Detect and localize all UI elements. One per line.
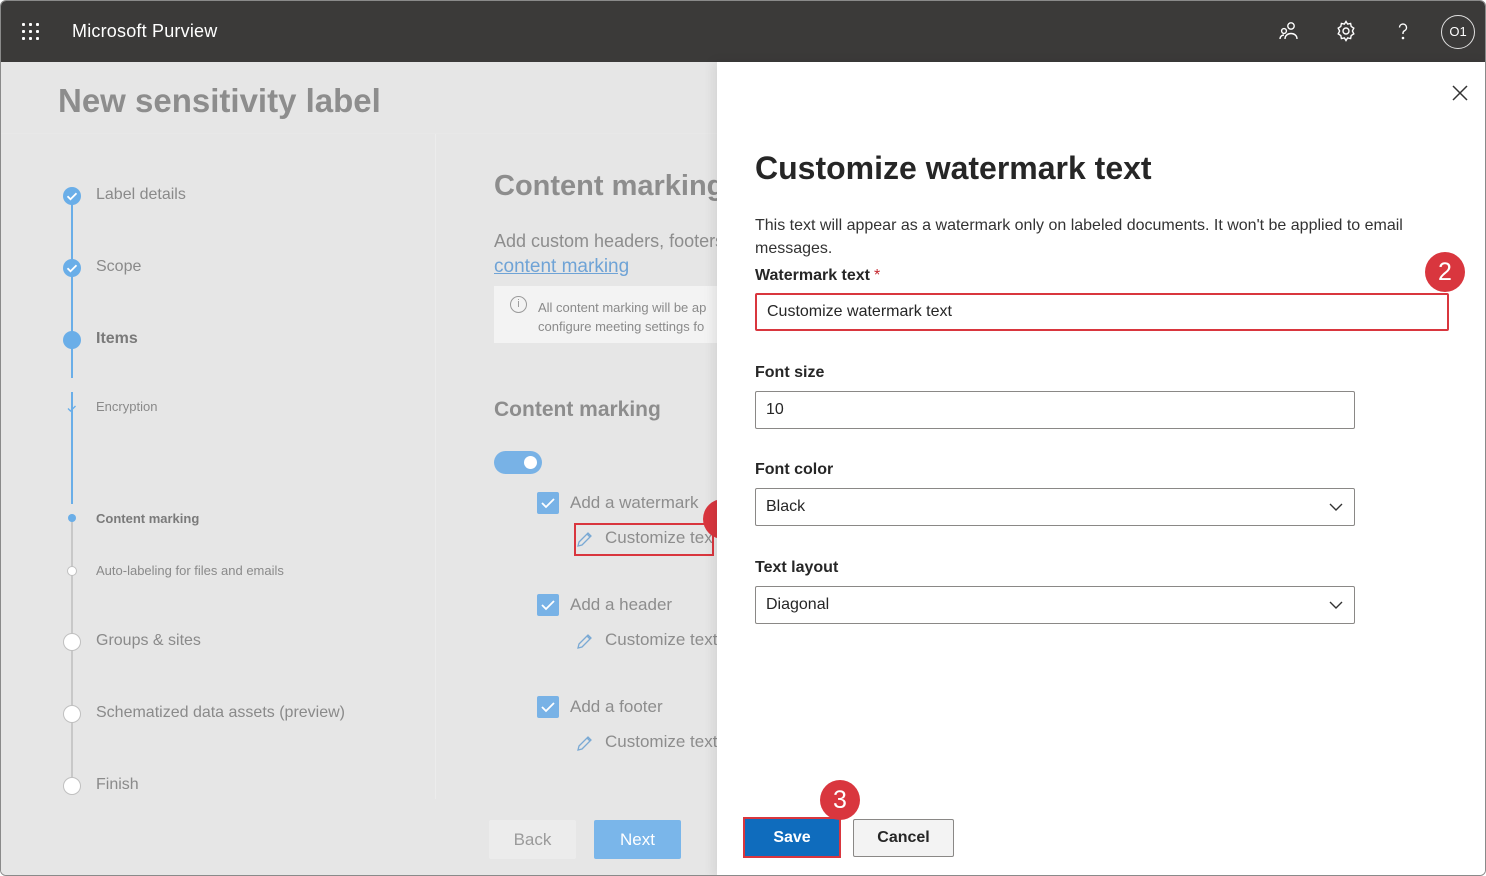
substep-done-icon: [66, 401, 78, 419]
font-color-label: Font color: [755, 461, 834, 478]
app-title[interactable]: Microsoft Purview: [72, 21, 217, 42]
chevron-down-icon: [1329, 601, 1343, 609]
step-label-finish[interactable]: Finish: [96, 776, 139, 794]
top-bar: Microsoft Purview O1: [1, 1, 1485, 62]
page-header: New sensitivity label: [1, 62, 717, 134]
step-label-items[interactable]: Items: [96, 330, 138, 348]
info-box: i All content marking will be ap configu…: [494, 286, 717, 343]
step-label-schematized[interactable]: Schematized data assets (preview): [96, 704, 345, 722]
font-size-label: Font size: [755, 364, 825, 381]
page-title: New sensitivity label: [58, 82, 381, 119]
step-label-auto-labeling[interactable]: Auto-labeling for files and emails: [96, 563, 284, 578]
text-layout-select[interactable]: Diagonal: [755, 586, 1355, 624]
text-layout-label: Text layout: [755, 559, 839, 576]
save-button[interactable]: Save: [743, 817, 841, 858]
customize-footer-text[interactable]: Customize text: [605, 732, 717, 752]
font-size-input[interactable]: [755, 391, 1355, 429]
wizard-background: New sensitivity label Label details Scop…: [1, 62, 717, 875]
content-marking-section: Content marking Add custom headers, foot…: [437, 134, 717, 799]
step-done-icon: [63, 187, 81, 205]
wizard-footer: Back Next: [1, 799, 717, 875]
people-icon[interactable]: [1277, 19, 1301, 43]
customize-watermark-panel: Customize watermark text This text will …: [717, 62, 1485, 875]
content-marking-subtitle: Content marking: [494, 398, 661, 421]
header-checkbox[interactable]: [537, 594, 559, 616]
chevron-down-icon: [1329, 503, 1343, 511]
back-button[interactable]: Back: [489, 820, 576, 859]
step-label-encryption[interactable]: Encryption: [96, 399, 157, 414]
required-mark: *: [874, 267, 881, 284]
customize-header-text[interactable]: Customize text: [605, 630, 717, 650]
step-label-groups-sites[interactable]: Groups & sites: [96, 632, 201, 650]
settings-gear-icon[interactable]: [1334, 19, 1358, 43]
watermark-text-input[interactable]: [755, 293, 1449, 331]
step-done-icon: [63, 259, 81, 277]
content-marking-toggle[interactable]: [494, 451, 542, 474]
cancel-button[interactable]: Cancel: [853, 819, 954, 857]
step-label-content-marking[interactable]: Content marking: [96, 511, 199, 526]
step-label-scope[interactable]: Scope: [96, 258, 141, 276]
info-icon: i: [510, 296, 527, 313]
next-button[interactable]: Next: [594, 820, 681, 859]
avatar[interactable]: O1: [1441, 15, 1475, 49]
content-marking-link[interactable]: content marking: [494, 256, 629, 278]
text-layout-value: Diagonal: [766, 596, 830, 613]
pencil-icon: [577, 736, 592, 751]
help-icon[interactable]: [1391, 19, 1415, 43]
wizard-steps: Label details Scope Items Encryption Con…: [1, 134, 436, 799]
header-option-label: Add a header: [570, 595, 673, 614]
step-label-details[interactable]: Label details: [96, 186, 186, 204]
footer-checkbox[interactable]: [537, 696, 559, 718]
step-pending-icon: [63, 705, 81, 723]
callout-badge-2: 2: [1425, 252, 1465, 292]
watermark-text-label: Watermark text *: [755, 267, 881, 284]
app-launcher-icon[interactable]: [22, 23, 42, 43]
font-color-value: Black: [766, 498, 806, 515]
footer-option-label: Add a footer: [570, 697, 663, 716]
watermark-option-label: Add a watermark: [570, 493, 699, 512]
watermark-checkbox[interactable]: [537, 492, 559, 514]
pencil-icon: [577, 634, 592, 649]
step-pending-icon: [63, 633, 81, 651]
step-pending-icon: [63, 777, 81, 795]
section-description: Add custom headers, footers: [494, 231, 717, 251]
panel-description: This text will appear as a watermark onl…: [755, 217, 1403, 257]
info-text-line1: All content marking will be ap: [538, 300, 707, 315]
window-frame: Microsoft Purview O1 New sensitivity lab…: [0, 0, 1486, 876]
section-title: Content marking: [494, 170, 717, 202]
step-current-icon: [63, 331, 81, 349]
callout-badge-3: 3: [820, 780, 860, 820]
panel-title: Customize watermark text: [755, 150, 1152, 186]
callout-highlight-customize: [574, 523, 714, 556]
substep-current-icon: [68, 514, 76, 522]
font-color-select[interactable]: Black: [755, 488, 1355, 526]
close-icon[interactable]: [1449, 82, 1471, 104]
info-text-line2: configure meeting settings fo: [538, 319, 705, 334]
substep-pending-icon: [67, 566, 77, 576]
